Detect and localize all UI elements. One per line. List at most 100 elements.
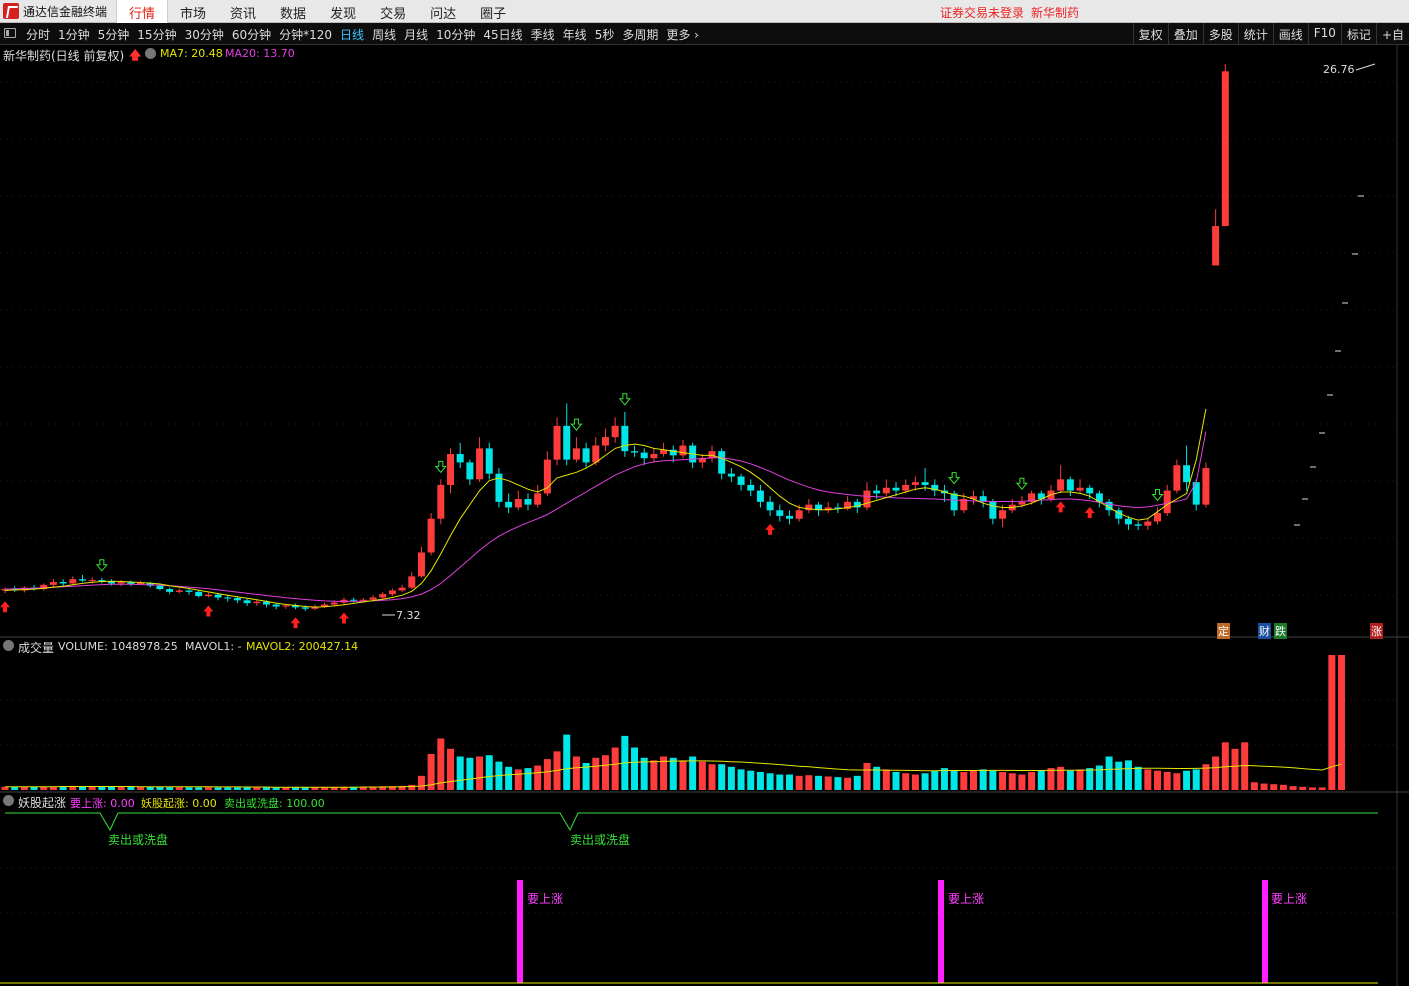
candle-body: [737, 476, 745, 485]
volume-bar: [1212, 756, 1220, 790]
period-tab-16[interactable]: 更多 ›: [662, 23, 703, 45]
period-tab-6[interactable]: 分钟*120: [275, 23, 336, 45]
volume-bar: [1115, 761, 1123, 790]
volume-bar: [117, 786, 125, 790]
candle-body: [417, 552, 425, 577]
period-tab-0[interactable]: 分时: [22, 23, 54, 45]
event-badge-die[interactable]: 跌: [1274, 623, 1287, 639]
period-tab-11[interactable]: 45日线: [479, 23, 526, 45]
buy-arrow-icon: [203, 605, 214, 617]
candle-body: [204, 594, 212, 597]
volume-bar: [262, 787, 270, 790]
volume-panel-toggle-icon[interactable]: [3, 640, 14, 651]
candle-body: [1018, 501, 1026, 505]
volume-bar: [1095, 765, 1103, 790]
volume-bar: [640, 757, 648, 790]
candle-body: [185, 590, 193, 592]
period-tab-4[interactable]: 30分钟: [181, 23, 228, 45]
tool-button-6[interactable]: 标记: [1340, 23, 1376, 45]
indicator-panel-toggle-icon[interactable]: [3, 795, 14, 806]
menu-item-1[interactable]: 市场: [168, 0, 218, 23]
period-tab-3[interactable]: 15分钟: [133, 23, 180, 45]
period-tab-7[interactable]: 日线: [336, 23, 368, 45]
candle-body: [892, 487, 900, 491]
candle-body: [582, 448, 590, 463]
login-status[interactable]: 证券交易未登录: [940, 4, 1024, 21]
volume-bar: [1086, 768, 1094, 790]
candle-body: [1134, 524, 1142, 526]
menu-item-6[interactable]: 问达: [418, 0, 468, 23]
volume-bar: [747, 770, 755, 790]
menu-item-3[interactable]: 数据: [268, 0, 318, 23]
menu-item-2[interactable]: 资讯: [218, 0, 268, 23]
app-logo-icon: [3, 3, 19, 19]
event-badge-ding[interactable]: 定: [1217, 623, 1230, 639]
volume-bar: [718, 764, 726, 790]
candle-body: [776, 510, 784, 516]
period-tab-5[interactable]: 60分钟: [228, 23, 275, 45]
period-tab-12[interactable]: 季线: [527, 23, 559, 45]
candle-body: [708, 451, 716, 459]
period-tab-10[interactable]: 10分钟: [432, 23, 479, 45]
candle-body: [592, 445, 600, 463]
menu-item-4[interactable]: 发现: [318, 0, 368, 23]
period-toolbar: 分时 1分钟 5分钟 15分钟 30分钟 60分钟 分钟*120 日线 周线 月线 10分钟 45日线…: [0, 23, 1409, 45]
candle-body: [989, 501, 997, 519]
event-badge-cai[interactable]: 财: [1258, 623, 1271, 639]
volume-bar: [970, 770, 977, 790]
up-arrow-icon: 🡅: [129, 48, 142, 62]
menu-item-5[interactable]: 交易: [368, 0, 418, 23]
volume-bar: [1105, 756, 1113, 790]
menu-item-0[interactable]: 行情: [116, 0, 169, 23]
volume-bar: [824, 776, 832, 790]
period-tab-15[interactable]: 多周期: [618, 23, 662, 45]
tool-button-1[interactable]: 叠加: [1167, 23, 1203, 45]
ma7-label: MA7: 20.48: [160, 47, 223, 60]
tool-button-0[interactable]: 复权: [1132, 23, 1168, 45]
volume-bar: [1134, 766, 1142, 790]
buy-arrow-icon: [765, 523, 776, 535]
title-bar: 通达信金融终端 行情 市场 资讯 数据 发现 交易 问达 圈子 证券交易未登录 新华制药: [0, 0, 1409, 23]
tool-button-2[interactable]: 多股: [1202, 23, 1238, 45]
candle-body: [534, 493, 542, 505]
period-tab-14[interactable]: 5秒: [591, 23, 619, 45]
period-tab-2[interactable]: 5分钟: [94, 23, 134, 45]
volume-bar: [408, 784, 416, 790]
candle-body: [563, 425, 571, 460]
candle-body: [873, 490, 881, 494]
volume-bar: [708, 764, 716, 790]
volume-bar: [456, 756, 464, 790]
tool-button-5[interactable]: F10: [1307, 23, 1341, 45]
dropdown-circle-icon[interactable]: [145, 48, 156, 59]
period-tab-1[interactable]: 1分钟: [54, 23, 94, 45]
volume-bar: [1144, 769, 1152, 790]
event-badge-zhang[interactable]: 涨: [1370, 623, 1383, 639]
volume-bar: [137, 786, 145, 790]
candle-body: [1163, 490, 1171, 514]
period-tab-13[interactable]: 年线: [559, 23, 591, 45]
menu-item-7[interactable]: 圈子: [468, 0, 518, 23]
volume-bar: [1173, 773, 1181, 790]
volume-bar: [543, 759, 551, 790]
tool-button-7[interactable]: +自: [1375, 23, 1409, 45]
sidebar-toggle-icon[interactable]: [4, 28, 16, 38]
volume-bar: [1037, 770, 1045, 790]
buy-arrow-icon: [0, 601, 10, 613]
current-stock-name[interactable]: 新华制药: [1031, 4, 1079, 21]
period-tab-9[interactable]: 月线: [400, 23, 432, 45]
kline-chart[interactable]: [0, 45, 1409, 986]
candle-body: [408, 576, 416, 588]
volume-bar: [534, 765, 542, 790]
volume-bar: [1289, 786, 1297, 790]
period-tab-8[interactable]: 周线: [368, 23, 400, 45]
candle-body: [863, 490, 871, 508]
volume-bar: [1318, 787, 1326, 790]
candle-body: [233, 598, 241, 601]
candle-body: [921, 482, 929, 485]
candle-body: [611, 425, 619, 438]
tool-button-4[interactable]: 画线: [1272, 23, 1308, 45]
candle-body: [485, 448, 493, 474]
candle-body: [78, 579, 86, 581]
tool-button-3[interactable]: 统计: [1237, 23, 1273, 45]
candle-body: [117, 582, 125, 584]
